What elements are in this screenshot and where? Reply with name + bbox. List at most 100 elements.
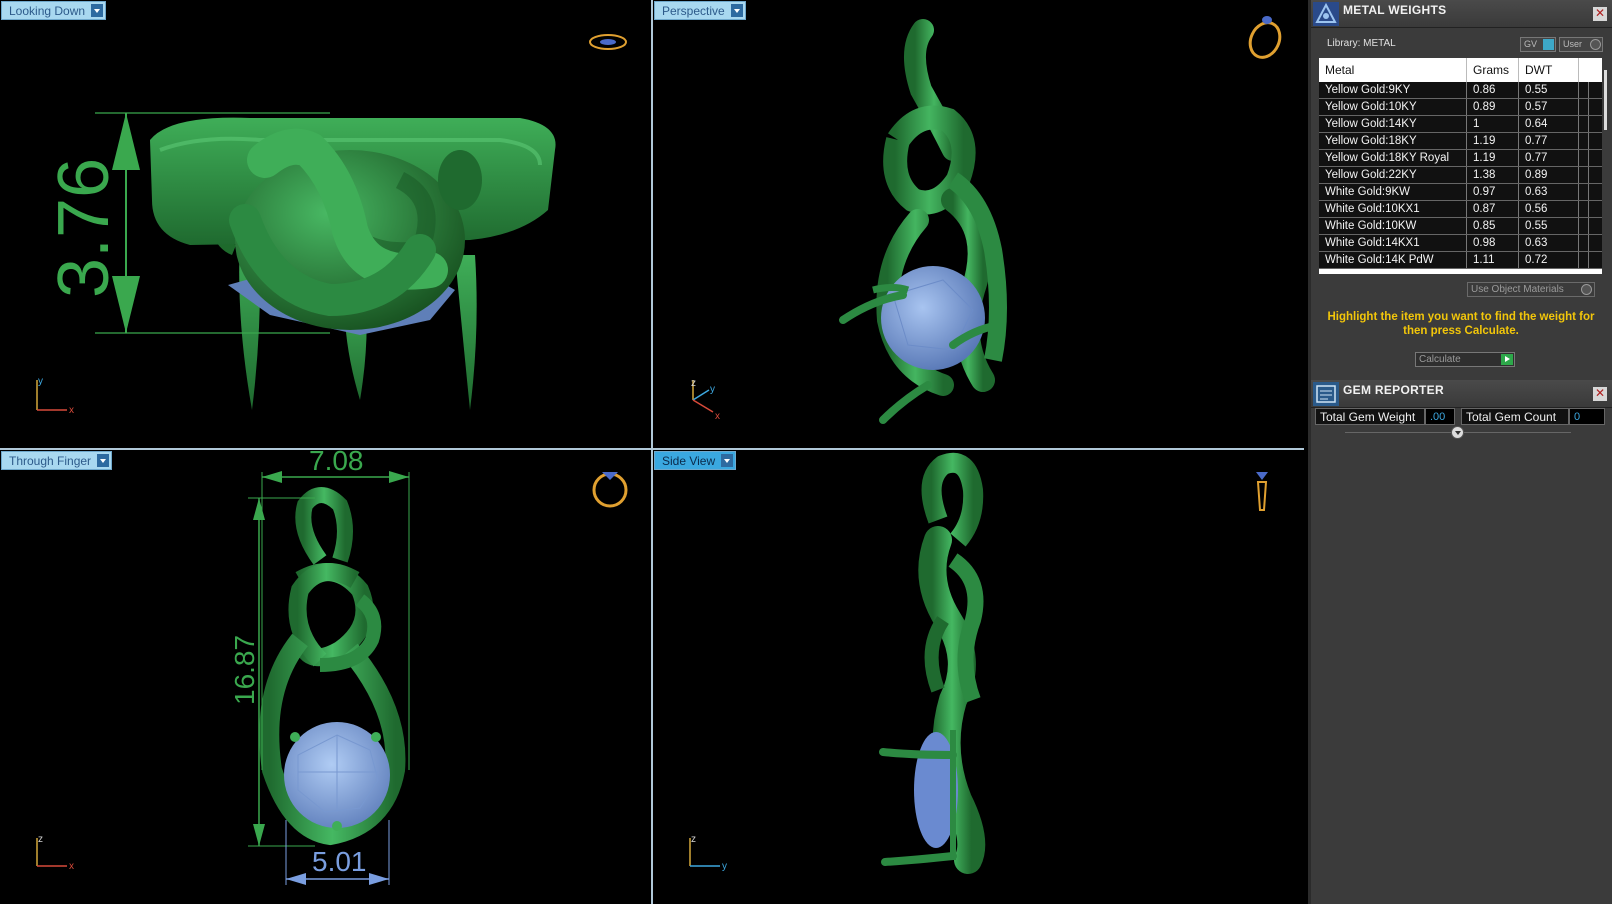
viewport-perspective[interactable]: z y x Perspective <box>653 0 1304 448</box>
axis-y-label: y <box>722 861 727 872</box>
viewport-divider-horizontal[interactable] <box>0 448 1304 450</box>
gem-reporter-header: GEM REPORTER ✕ <box>1311 380 1612 408</box>
dwt-cell: 0.89 <box>1519 167 1579 183</box>
panel-title: GEM REPORTER <box>1343 383 1444 397</box>
axis-x-label: x <box>69 405 74 416</box>
panel-title: METAL WEIGHTS <box>1343 3 1447 17</box>
pendant-model-perspective: z y x <box>691 16 1282 424</box>
play-icon <box>1501 354 1513 365</box>
dimension-width-label: 7.08 <box>309 450 364 476</box>
library-label: Library: METAL <box>1327 38 1396 49</box>
grams-cell: 1.19 <box>1467 150 1519 166</box>
dwt-cell: 0.63 <box>1519 235 1579 251</box>
calculate-label: Calculate <box>1419 354 1461 365</box>
grams-cell: 1.38 <box>1467 167 1519 183</box>
view-selector-perspective[interactable]: Perspective <box>654 1 746 20</box>
table-row[interactable]: Yellow Gold:22KY 1.38 0.89 <box>1319 167 1602 184</box>
column-header-dwt[interactable]: DWT <box>1519 58 1579 82</box>
grams-cell: 0.89 <box>1467 99 1519 115</box>
view-label: Perspective <box>662 4 725 18</box>
dwt-cell: 0.77 <box>1519 150 1579 166</box>
table-header: Metal Grams DWT <box>1319 58 1602 82</box>
view-label: Looking Down <box>9 4 86 18</box>
dwt-cell: 0.57 <box>1519 99 1579 115</box>
view-selector-looking-down[interactable]: Looking Down <box>1 1 107 20</box>
grams-cell: 1.11 <box>1467 252 1519 268</box>
axis-y-label: y <box>710 384 715 395</box>
use-object-materials-button[interactable]: Use Object Materials <box>1467 282 1595 297</box>
grams-cell: 0.97 <box>1467 184 1519 200</box>
dimension-height-label: 3.76 <box>44 158 124 298</box>
table-row[interactable]: White Gold:10KX1 0.87 0.56 <box>1319 201 1602 218</box>
metal-cell: White Gold:10KW <box>1319 218 1467 234</box>
radio-icon <box>1590 39 1601 50</box>
grams-cell: 0.98 <box>1467 235 1519 251</box>
dwt-cell: 0.56 <box>1519 201 1579 217</box>
metal-cell: Yellow Gold:18KY Royal <box>1319 150 1467 166</box>
right-panel: METAL WEIGHTS ✕ Library: METAL GV User M… <box>1308 0 1612 904</box>
metal-cell: White Gold:14KX1 <box>1319 235 1467 251</box>
total-gem-weight-label: Total Gem Weight <box>1315 408 1425 425</box>
dwt-cell: 0.55 <box>1519 218 1579 234</box>
table-row[interactable]: Yellow Gold:10KY 0.89 0.57 <box>1319 99 1602 116</box>
chevron-down-icon[interactable] <box>91 4 104 17</box>
total-gem-count-value: 0 <box>1569 408 1605 425</box>
table-row[interactable]: White Gold:14KX1 0.98 0.63 <box>1319 235 1602 252</box>
ring-model-looking-down: 3.76 y x <box>36 34 627 416</box>
grams-cell: 0.87 <box>1467 201 1519 217</box>
gem-reporter-icon <box>1313 382 1339 406</box>
axis-z-label: z <box>38 834 43 845</box>
close-icon[interactable]: ✕ <box>1593 7 1607 21</box>
table-row[interactable]: White Gold:10KW 0.85 0.55 <box>1319 218 1602 235</box>
viewport-through-finger[interactable]: 7.08 16.87 5.01 z x Through Finger <box>0 450 651 904</box>
dwt-cell: 0.64 <box>1519 116 1579 132</box>
dwt-cell: 0.72 <box>1519 252 1579 268</box>
library-row: Library: METAL GV User <box>1311 28 1612 58</box>
viewport-side-view[interactable]: z y Side View <box>653 450 1304 904</box>
metal-cell: Yellow Gold:10KY <box>1319 99 1467 115</box>
table-row[interactable]: White Gold:14K PdW 1.11 0.72 <box>1319 252 1602 269</box>
dimension-gem-label: 5.01 <box>312 846 367 877</box>
viewport-looking-down[interactable]: 3.76 y x Looking Down <box>0 0 651 448</box>
view-selector-side-view[interactable]: Side View <box>654 451 737 470</box>
table-body: Yellow Gold:9KY 0.86 0.55 Yellow Gold:10KY 0… <box>1319 82 1602 269</box>
gv-label: GV <box>1524 39 1538 49</box>
table-scrollbar[interactable] <box>1603 60 1609 270</box>
metal-cell: Yellow Gold:14KY <box>1319 116 1467 132</box>
viewport-divider-vertical[interactable] <box>651 0 653 904</box>
grams-cell: 0.85 <box>1467 218 1519 234</box>
dwt-cell: 0.63 <box>1519 184 1579 200</box>
chevron-down-icon[interactable] <box>721 454 734 467</box>
app-window: 3.76 y x Looking Down z y x Perspective … <box>0 0 1612 904</box>
ring-orientation-icon <box>1248 16 1282 59</box>
total-gem-weight-value: .00 <box>1425 408 1455 425</box>
metal-cell: Yellow Gold:22KY <box>1319 167 1467 183</box>
metal-weights-table[interactable]: Metal Grams DWT Yellow Gold:9KY 0.86 0.55 Y… <box>1319 58 1602 274</box>
chevron-down-icon[interactable] <box>97 454 110 467</box>
metal-cell: Yellow Gold:18KY <box>1319 133 1467 149</box>
calculate-button[interactable]: Calculate <box>1415 352 1515 367</box>
view-selector-through-finger[interactable]: Through Finger <box>1 451 113 470</box>
table-row[interactable]: Yellow Gold:9KY 0.86 0.55 <box>1319 82 1602 99</box>
view-label: Side View <box>662 454 716 468</box>
table-row[interactable]: Yellow Gold:14KY 1 0.64 <box>1319 116 1602 133</box>
scrollbar-thumb[interactable] <box>1604 70 1607 130</box>
table-row[interactable]: White Gold:9KW 0.97 0.63 <box>1319 184 1602 201</box>
column-header-metal[interactable]: Metal <box>1319 58 1467 82</box>
gv-toggle[interactable]: GV <box>1520 37 1556 52</box>
table-row[interactable]: Yellow Gold:18KY 1.19 0.77 <box>1319 133 1602 150</box>
axis-x-label: x <box>69 861 74 872</box>
table-row[interactable]: Yellow Gold:18KY Royal 1.19 0.77 <box>1319 150 1602 167</box>
dimension-height-label: 16.87 <box>229 635 260 705</box>
user-toggle[interactable]: User <box>1559 37 1603 52</box>
ring-orientation-icon <box>1256 472 1268 511</box>
grams-cell: 1 <box>1467 116 1519 132</box>
view-label: Through Finger <box>9 454 92 468</box>
gem-stats-row: Total Gem Weight .00 Total Gem Count 0 <box>1311 408 1612 425</box>
toggle-indicator-icon <box>1543 39 1554 50</box>
close-icon[interactable]: ✕ <box>1593 387 1607 401</box>
axis-y-label: y <box>38 376 43 387</box>
chevron-down-icon[interactable] <box>730 4 743 17</box>
expand-icon[interactable] <box>1451 426 1464 439</box>
column-header-grams[interactable]: Grams <box>1467 58 1519 82</box>
